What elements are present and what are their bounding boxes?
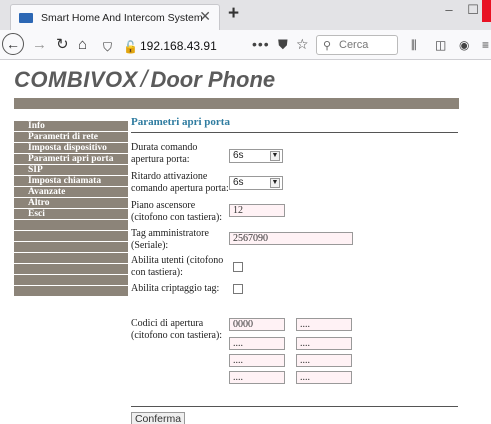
menu-filler: [14, 253, 128, 264]
open-code-input-6[interactable]: ....: [296, 354, 352, 367]
menu-item-network[interactable]: Parametri di rete: [14, 132, 128, 143]
logo-subtitle: Door Phone: [150, 67, 276, 92]
menu-item-call[interactable]: Imposta chiamata: [14, 176, 128, 187]
enable-tag-crypto-label: Abilita criptaggio tag:: [131, 283, 220, 294]
menu-filler: [14, 275, 128, 286]
menu-filler: [14, 220, 128, 231]
account-icon[interactable]: ◉: [459, 38, 469, 52]
search-placeholder: Cerca: [339, 39, 369, 51]
menu-item-device[interactable]: Imposta dispositivo: [14, 143, 128, 154]
admin-tag-label: Tag amministratore (Seriale):: [131, 228, 209, 251]
open-code-input-1[interactable]: 0000: [229, 318, 285, 331]
confirm-button[interactable]: Conferma: [131, 412, 185, 424]
navigation-toolbar: ← → ↻ ⌂ ⛉ 🔓 192.168.43.91 ••• ⛊ ☆ ⚲ Cerc…: [0, 30, 491, 60]
enable-tag-crypto-checkbox[interactable]: [233, 284, 243, 294]
enable-users-checkbox[interactable]: [233, 262, 243, 272]
url-text[interactable]: 192.168.43.91: [140, 39, 217, 53]
door-open-duration-label: Durata comando apertura porta:: [131, 142, 198, 165]
menu-filler: [14, 231, 128, 242]
door-open-delay-select[interactable]: 6s ▼: [229, 176, 283, 190]
window-minimize-icon[interactable]: –: [436, 0, 462, 22]
menu-item-door-open[interactable]: Parametri apri porta: [14, 154, 128, 165]
open-codes-label: Codici di apertura (citofono con tastier…: [131, 318, 223, 341]
elevator-floor-input[interactable]: 12: [229, 204, 285, 217]
section-divider-bottom: [131, 406, 458, 407]
home-icon[interactable]: ⌂: [78, 36, 87, 54]
elevator-floor-label: Piano ascensore (citofono con tastiera):: [131, 200, 223, 223]
header-band: [14, 98, 459, 109]
menu-item-sip[interactable]: SIP: [14, 165, 128, 176]
open-code-input-8[interactable]: ....: [296, 371, 352, 384]
library-icon[interactable]: ⫼: [411, 38, 417, 53]
search-input[interactable]: ⚲ Cerca: [316, 35, 398, 55]
side-menu: Info Parametri di rete Imposta dispositi…: [14, 121, 128, 297]
logo-brand: COMBIVOX: [14, 67, 138, 92]
section-title: Parametri apri porta: [131, 116, 230, 128]
door-open-delay-value: 6s: [233, 177, 244, 188]
browser-tab[interactable]: Smart Home And Intercom System ✕: [10, 4, 220, 30]
combivox-logo: COMBIVOX / Door Phone: [14, 66, 275, 94]
menu-item-exit[interactable]: Esci: [14, 209, 128, 220]
menu-item-advanced[interactable]: Avanzate: [14, 187, 128, 198]
section-divider-top: [131, 132, 458, 133]
bookmark-star-icon[interactable]: ☆: [296, 36, 309, 53]
open-code-input-2[interactable]: ....: [296, 318, 352, 331]
forward-icon[interactable]: →: [32, 36, 47, 54]
enable-users-label: Abilita utenti (citofono con tastiera):: [131, 255, 224, 278]
menu-item-info[interactable]: Info: [14, 121, 128, 132]
hamburger-menu-icon[interactable]: ≡: [482, 38, 489, 52]
door-open-delay-label: Ritardo attivazione comando apertura por…: [131, 171, 229, 194]
menu-item-other[interactable]: Altro: [14, 198, 128, 209]
back-icon[interactable]: ←: [2, 33, 24, 55]
search-icon: ⚲: [323, 40, 332, 52]
chevron-down-icon: ▼: [270, 178, 280, 188]
tab-bar: Smart Home And Intercom System ✕ + – ☐: [0, 0, 491, 30]
sidebar-toggle-icon[interactable]: ◫: [435, 38, 446, 52]
menu-filler: [14, 264, 128, 275]
shield-icon[interactable]: ⛉: [103, 38, 112, 56]
new-tab-icon[interactable]: +: [228, 3, 239, 25]
menu-filler: [14, 286, 128, 297]
window-close-icon[interactable]: [482, 0, 491, 22]
admin-tag-input[interactable]: 2567090: [229, 232, 353, 245]
tab-close-icon[interactable]: ✕: [199, 8, 211, 25]
insecure-lock-icon[interactable]: 🔓: [123, 38, 138, 56]
menu-filler: [14, 242, 128, 253]
open-code-input-5[interactable]: ....: [229, 354, 285, 367]
door-open-duration-value: 6s: [233, 150, 244, 161]
logo-slash: /: [140, 66, 148, 93]
pocket-icon[interactable]: ⛊: [278, 37, 288, 53]
site-favicon-icon: [19, 12, 33, 23]
reload-icon[interactable]: ↻: [56, 36, 69, 54]
door-open-duration-select[interactable]: 6s ▼: [229, 149, 283, 163]
open-code-input-7[interactable]: ....: [229, 371, 285, 384]
page-actions-icon[interactable]: •••: [252, 36, 270, 52]
tab-title: Smart Home And Intercom System: [41, 11, 203, 24]
chevron-down-icon: ▼: [270, 151, 280, 161]
open-code-input-4[interactable]: ....: [296, 337, 352, 350]
open-code-input-3[interactable]: ....: [229, 337, 285, 350]
